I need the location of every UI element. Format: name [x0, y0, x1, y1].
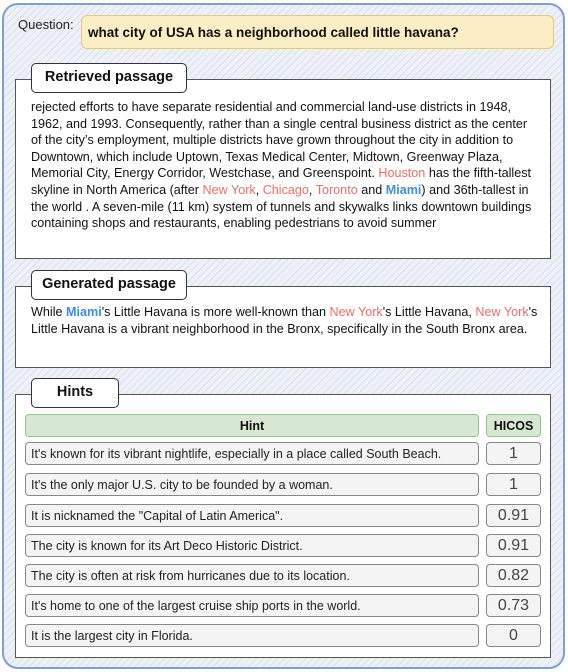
retrieved-text-segment: ,: [308, 182, 316, 197]
hicos-score: 1: [486, 442, 541, 465]
entity-mention-distractor: Houston: [378, 166, 426, 181]
hicos-score: 0.91: [486, 534, 541, 557]
retrieved-text-segment: ,: [255, 182, 263, 197]
hint-row: It is nicknamed the "Capital of Latin Am…: [25, 504, 479, 527]
entity-mention-distractor: New York: [202, 182, 256, 197]
hicos-score: 0.73: [486, 594, 541, 617]
hint-row: It is the largest city in Florida.: [25, 624, 479, 647]
entity-mention-distractor: Toronto: [315, 182, 358, 197]
hicos-score: 0.91: [486, 504, 541, 527]
generated-passage-title: Generated passage: [31, 270, 187, 300]
generated-passage-text: While Miami's Little Havana is more well…: [31, 304, 541, 337]
entity-mention-answer: Miami: [385, 182, 422, 197]
generated-text-segment: 's Little Havana is more well-known than: [101, 305, 330, 319]
hicos-score: 1: [486, 473, 541, 496]
hint-row: The city is known for its Art Deco Histo…: [25, 534, 479, 557]
retrieved-passage-title: Retrieved passage: [31, 63, 187, 93]
question-label: Question:: [18, 17, 74, 32]
retrieved-text-segment: and: [357, 182, 386, 197]
question-text: what city of USA has a neighborhood call…: [81, 15, 554, 49]
hint-row: The city is often at risk from hurricane…: [25, 564, 479, 587]
hint-row: It's known for its vibrant nightlife, es…: [25, 442, 479, 465]
entity-mention-distractor: New York: [475, 305, 529, 319]
hint-column-header: Hint: [25, 414, 479, 437]
hint-row: It's the only major U.S. city to be foun…: [25, 473, 479, 496]
question-row: Question:: [18, 17, 80, 32]
generated-text-segment: While: [31, 305, 66, 319]
hicos-score: 0: [486, 624, 541, 647]
entity-mention-distractor: New York: [329, 305, 383, 319]
hint-row: It's home to one of the largest cruise s…: [25, 594, 479, 617]
hicos-score: 0.82: [486, 564, 541, 587]
generated-text-segment: 's Little Havana,: [382, 305, 476, 319]
retrieved-passage-text: rejected efforts to have separate reside…: [31, 99, 541, 232]
hicos-column-header: HICOS: [486, 414, 541, 437]
hints-title: Hints: [31, 378, 119, 408]
entity-mention-distractor: Chicago: [262, 182, 309, 197]
entity-mention-answer: Miami: [66, 305, 102, 319]
